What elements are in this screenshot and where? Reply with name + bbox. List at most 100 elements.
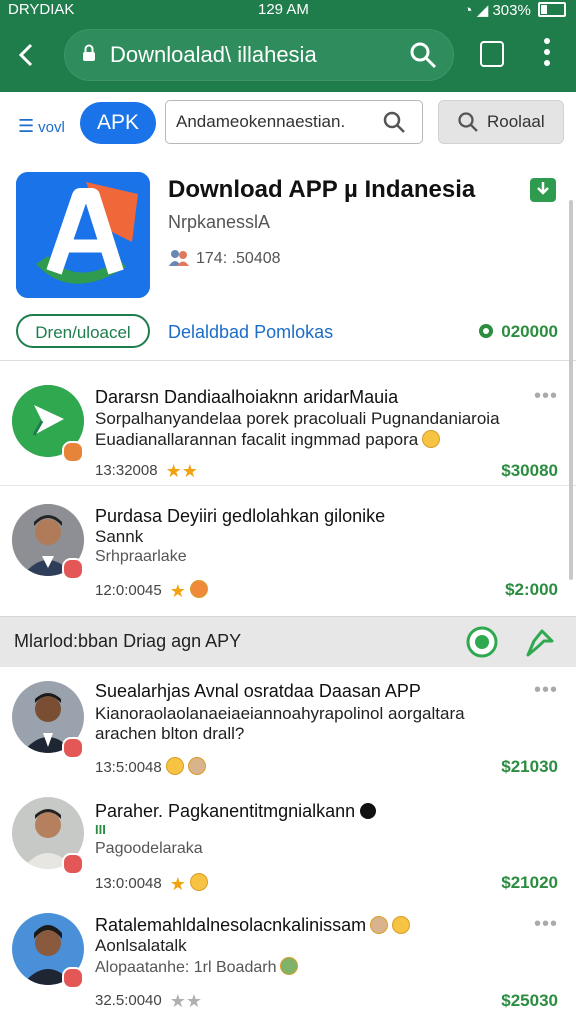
- clock: 129 AM: [258, 1, 309, 18]
- emoji-icon: [392, 916, 411, 934]
- list-item[interactable]: Purdasa Deyiiri gedlolahkan gilonike San…: [0, 486, 576, 616]
- search-button-label: Roolaal: [487, 112, 545, 131]
- list-item[interactable]: Paraher. Pagkanentitmgnialkann III Pagoo…: [0, 785, 576, 901]
- item-title: Paraher. Pagkanentitmgnialkann: [95, 801, 377, 822]
- item-time: 13:32008 ★★: [95, 461, 198, 481]
- emoji-icon: [280, 957, 299, 975]
- download-button[interactable]: Dren/uloacel: [16, 314, 150, 348]
- item-price: $30080: [501, 461, 558, 480]
- site-toolbar: ☰ vovl APK Andameokennaestian. Roolaal: [0, 92, 576, 155]
- apk-tab[interactable]: APK: [80, 102, 156, 144]
- app-title: Download APP µ Indanesia: [168, 176, 476, 203]
- item-description-2: Euadianallarannan facalit ingmmad papora: [95, 430, 441, 450]
- app-logo[interactable]: [16, 172, 150, 298]
- verified-badge: [62, 737, 84, 759]
- item-subtitle: Sannk: [95, 527, 144, 546]
- app-logo-icon: [16, 172, 150, 298]
- app-stats-value: 174: .50408: [196, 250, 281, 267]
- app-price-value: 020000: [501, 322, 558, 341]
- item-title: Ratalemahldalnesolacnkalinissam: [95, 915, 411, 936]
- star-rating-icon: ★: [169, 874, 186, 894]
- verified-badge: [62, 853, 84, 875]
- search-icon: [458, 112, 478, 132]
- item-subtitle: Aonlsalatalk: [95, 936, 187, 955]
- search-placeholder: Andameokennaestian.: [176, 112, 346, 131]
- app-price: 020000: [477, 322, 558, 342]
- more-icon[interactable]: •••: [534, 913, 558, 936]
- app-list-bottom: Suealarhjas Avnal osratdaa Daasan APP ••…: [0, 667, 576, 1024]
- status-right: ◔ ◢ 303%: [463, 1, 566, 19]
- item-price: $25030: [501, 991, 558, 1010]
- wifi-icon: ◔: [463, 2, 473, 19]
- verified-badge: [62, 558, 84, 580]
- item-time: 13:5:0048: [95, 757, 206, 776]
- item-title: Purdasa Deyiiri gedlolahkan gilonike: [95, 506, 386, 526]
- menu-label: vovl: [38, 119, 65, 136]
- gear-icon: [479, 324, 494, 338]
- verified-check-icon: [360, 803, 377, 819]
- app-card: Download APP µ Indanesia NrpkanesslA 174…: [0, 154, 576, 361]
- emoji-icon: [189, 873, 208, 891]
- menu-button[interactable]: ☰ vovl: [18, 116, 65, 137]
- search-icon: [383, 111, 405, 133]
- app-stats: 174: .50408: [168, 248, 281, 268]
- overflow-menu-icon[interactable]: [540, 38, 554, 72]
- list-item[interactable]: Ratalemahldalnesolacnkalinissam ••• Aonl…: [0, 901, 576, 1024]
- item-price: $21020: [501, 873, 558, 892]
- emoji-icon: [187, 757, 206, 775]
- signal-icon: ◢: [476, 2, 489, 19]
- more-icon[interactable]: •••: [534, 385, 558, 408]
- emoji-icon: [189, 580, 208, 598]
- download-arrow-icon: [537, 182, 549, 195]
- item-time: 32.5:0040 ★★: [95, 991, 203, 1011]
- app-developer: NrpkanesslA: [168, 212, 271, 232]
- star-rating-icon: ★★: [165, 461, 198, 481]
- item-time: 13:0:0048 ★: [95, 873, 208, 895]
- item-description-2: arachen blton drall?: [95, 724, 245, 743]
- star-rating-icon: ★★: [169, 991, 203, 1011]
- item-description: Kianoraolaolanaeiaeiannoahyrapolinol aor…: [95, 704, 465, 723]
- users-icon: [169, 250, 189, 266]
- tabs-button[interactable]: [480, 41, 504, 67]
- download-link[interactable]: Delaldbad Pomlokas: [168, 322, 333, 343]
- star-rating-icon: ★: [169, 581, 186, 601]
- browser-toolbar: Downloalad\ illahesia: [0, 20, 576, 92]
- scrollbar[interactable]: [569, 200, 573, 580]
- status-bar: DRYDIAK 129 AM ◔ ◢ 303%: [0, 0, 576, 20]
- item-title: Dararsn Dandiaalhoiaknn aridarMauia: [95, 387, 399, 407]
- address-bar[interactable]: Downloalad\ illahesia: [64, 29, 454, 81]
- item-price: $21030: [501, 757, 558, 776]
- search-button[interactable]: Roolaal: [438, 100, 564, 144]
- emoji-icon: [370, 916, 389, 934]
- item-title: Suealarhjas Avnal osratdaa Daasan APP: [95, 681, 421, 701]
- lock-icon: [83, 44, 95, 61]
- item-description: Srhpraarlake: [95, 548, 187, 565]
- emoji-icon: [422, 430, 441, 448]
- share-icon[interactable]: [524, 627, 556, 659]
- item-description: Sorpalhanyandelaa porek pracoluali Pugna…: [95, 409, 500, 428]
- download-icon[interactable]: [530, 178, 556, 202]
- more-icon[interactable]: •••: [534, 679, 558, 702]
- section-title: Mlarlod:bban Driag agn APY: [14, 631, 242, 651]
- list-item[interactable]: Dararsn Dandiaalhoiaknn aridarMauia ••• …: [0, 361, 576, 485]
- carrier-label: DRYDIAK: [8, 1, 75, 18]
- item-price: $2:000: [505, 580, 558, 599]
- app-list-top: Dararsn Dandiaalhoiaknn aridarMauia ••• …: [0, 361, 576, 616]
- emoji-icon: [165, 757, 184, 775]
- whatsapp-icon[interactable]: [466, 626, 498, 658]
- item-description: Pagoodelaraka: [95, 840, 203, 857]
- list-item[interactable]: Suealarhjas Avnal osratdaa Daasan APP ••…: [0, 667, 576, 785]
- item-time: 12:0:0045 ★: [95, 580, 208, 602]
- url-text: Downloalad\ illahesia: [110, 42, 317, 67]
- search-icon[interactable]: [408, 40, 438, 70]
- back-arrow-icon: [18, 43, 33, 67]
- section-header: Mlarlod:bban Driag agn APY: [0, 616, 576, 668]
- verified-badge: [62, 441, 84, 463]
- search-input[interactable]: Andameokennaestian.: [165, 100, 423, 144]
- battery-percent: 303%: [492, 2, 531, 19]
- item-subtitle: III: [95, 822, 106, 837]
- item-description: Alopaatanhe: 1rl Boadarh: [95, 957, 299, 977]
- battery-icon: [538, 2, 566, 17]
- back-button[interactable]: [14, 42, 40, 68]
- verified-badge: [62, 967, 84, 989]
